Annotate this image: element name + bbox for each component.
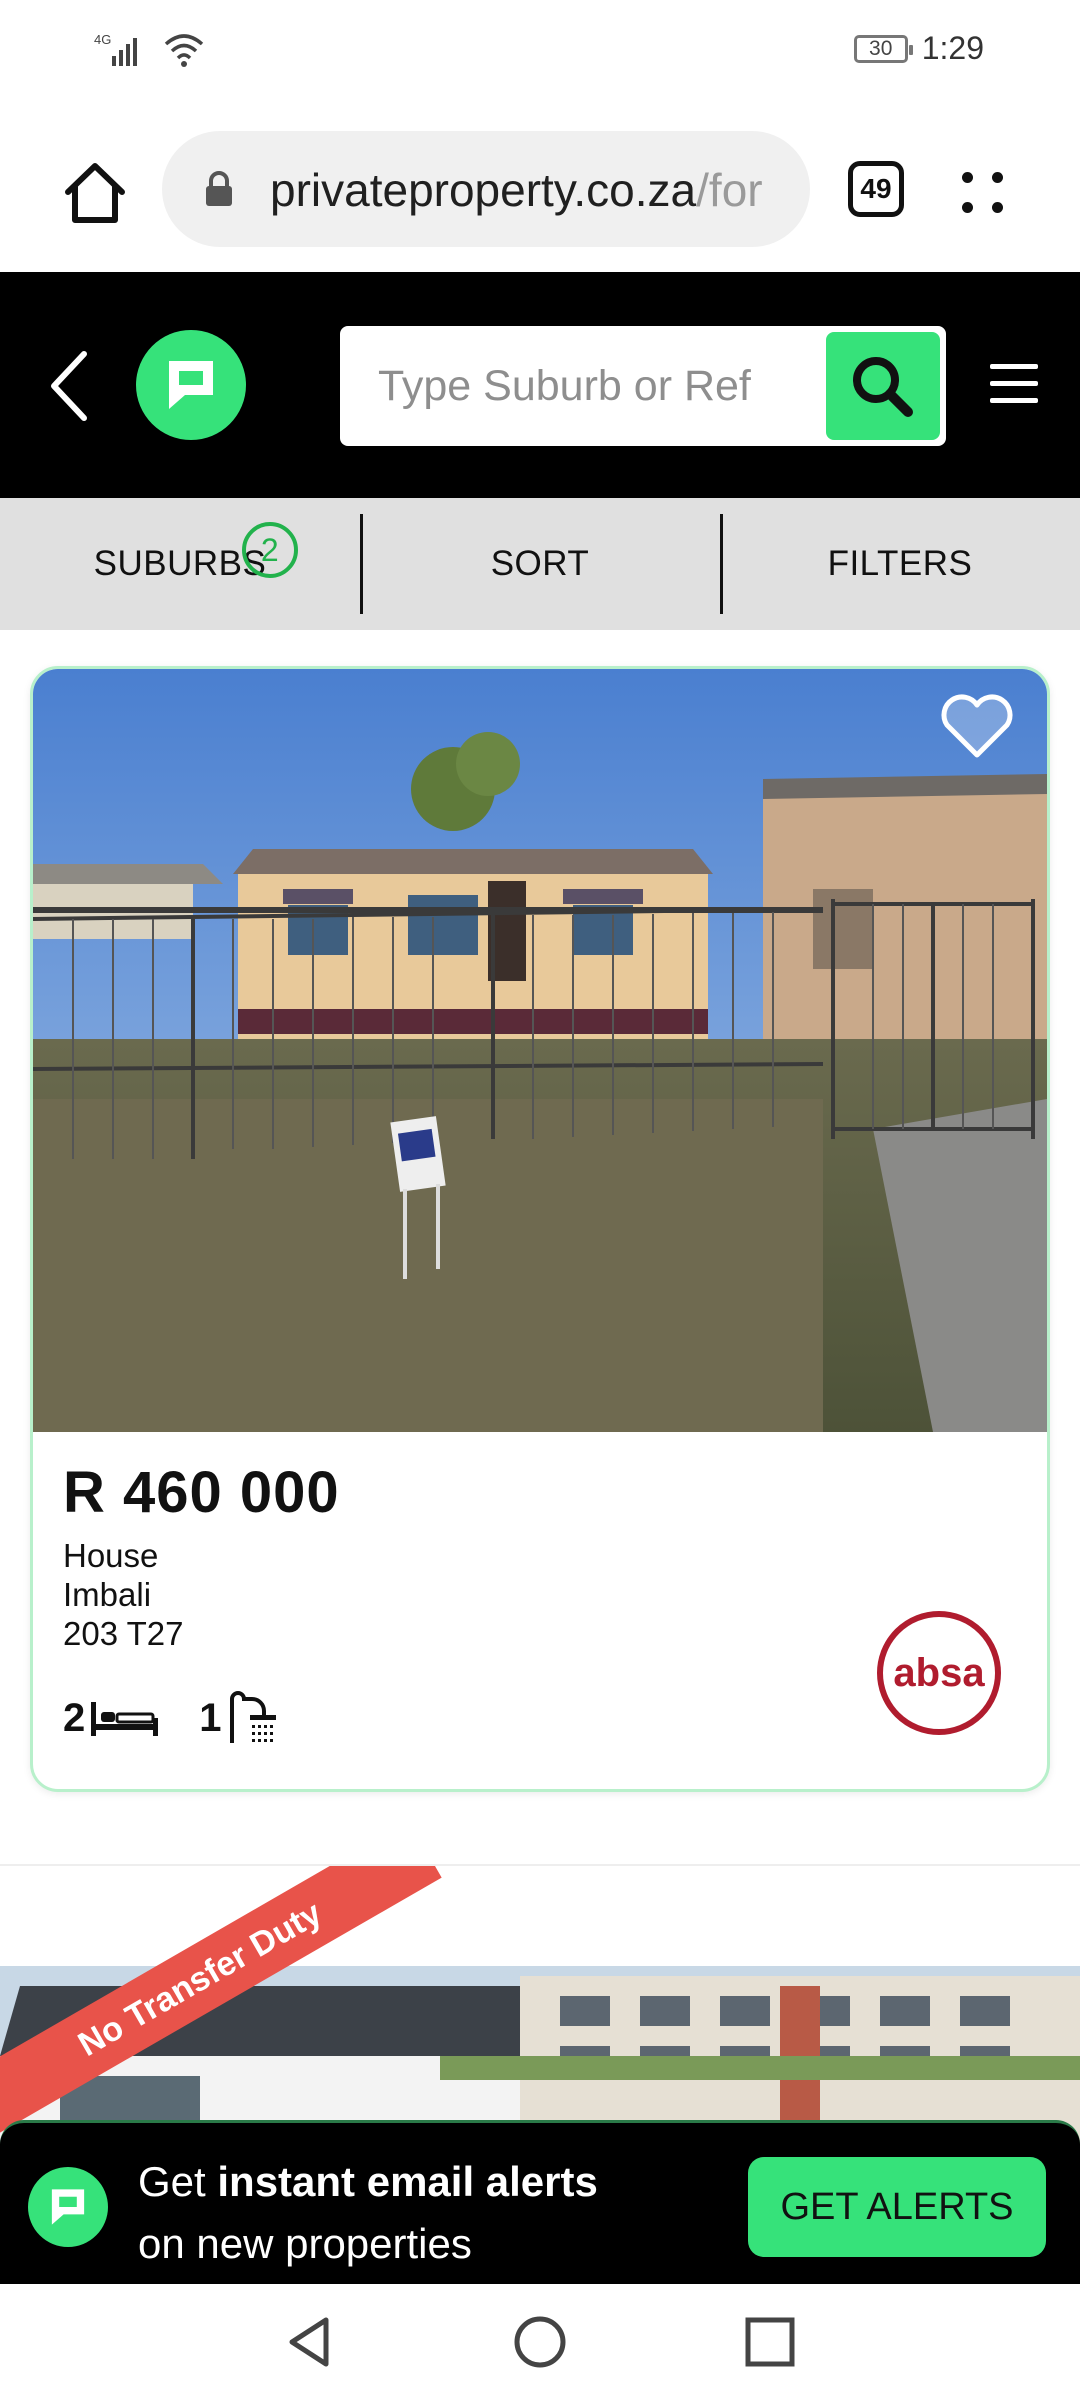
suburbs-count-badge: 2 [242,522,298,578]
bathrooms-count: 1 [199,1695,222,1740]
system-nav-bar [0,2284,1080,2400]
logo-mark-icon [51,2189,85,2225]
listing-card-partial[interactable]: No Transfer Duty [0,1864,1080,2164]
filter-bar: SUBURBS 2 SORT FILTERS [0,498,1080,630]
bed-icon [91,1702,159,1736]
lock-icon [206,171,232,206]
url-path: /for [696,164,763,216]
agency-logo-absa[interactable]: absa [877,1611,1001,1735]
nav-recents-icon[interactable] [742,2314,798,2370]
tab-switcher-button[interactable]: 49 [848,161,904,217]
listing-card[interactable]: R 460 000 House Imbali 203 T27 2 1 absa [30,666,1050,1792]
alert-bold: instant email alerts [217,2158,598,2205]
listing-details: R 460 000 House Imbali 203 T27 [63,1459,340,1653]
listing-price: R 460 000 [63,1460,340,1525]
browser-menu-icon[interactable] [952,162,1012,222]
hamburger-menu-icon[interactable] [990,364,1038,404]
address-bar[interactable]: privateproperty.co.za/for [162,131,810,247]
divider [360,514,363,614]
back-arrow-icon[interactable] [44,348,94,424]
listing-features: 2 1 [63,1691,276,1745]
battery-icon: 30 [853,34,913,63]
nav-home-icon[interactable] [512,2314,568,2370]
site-logo[interactable] [136,330,246,440]
alert-line-1: Get instant email alerts [138,2151,598,2213]
agency-logo-text: absa [893,1650,985,1695]
search-box [340,326,946,446]
home-icon[interactable] [60,158,130,228]
bedrooms-count: 2 [63,1695,86,1740]
listing-type: House [63,1537,159,1574]
url-domain: privateproperty.co.za [270,164,697,216]
page-root: 4G 30 1:29 privateproperty.co.za/for 49 … [0,0,1080,2400]
search-button[interactable] [826,332,940,440]
suburbs-filter-button[interactable]: SUBURBS 2 [0,498,360,630]
listing-photo[interactable] [33,669,1047,1432]
get-alerts-button[interactable]: GET ALERTS [748,2157,1046,2257]
listing-suburb: Imbali [63,1576,152,1613]
shower-icon [229,1691,276,1743]
alert-prefix: Get [138,2158,218,2205]
alert-line-2: on new properties [138,2220,472,2267]
battery-level: 30 [869,36,893,60]
logo-mark-icon [169,361,213,409]
divider [720,514,723,614]
alert-message: Get instant email alerts on new properti… [138,2151,598,2275]
filters-button[interactable]: FILTERS [720,498,1080,630]
status-bar: 4G 30 1:29 [0,0,1080,110]
site-header [0,272,1080,498]
clock: 1:29 [921,30,984,66]
email-alert-banner: Get instant email alerts on new properti… [0,2120,1080,2284]
wifi-icon [164,34,204,67]
status-left: 4G [94,30,204,70]
url-text: privateproperty.co.za/for [270,163,763,217]
sort-button[interactable]: SORT [360,498,720,630]
suburbs-label: SUBURBS [93,544,267,583]
search-input[interactable] [378,356,818,416]
network-type: 4G [94,32,111,47]
search-icon [853,357,913,417]
cellular-signal-icon: 4G [94,32,137,66]
house-photo-image [33,669,1047,1432]
sort-label: SORT [490,544,590,583]
bedrooms-feature: 2 [63,1696,159,1741]
listing-address: 203 T27 [63,1615,184,1652]
filters-label: FILTERS [827,544,973,583]
favorite-heart-icon[interactable] [937,691,1017,761]
status-right: 30 1:29 [853,30,984,67]
alert-logo [28,2167,108,2247]
browser-toolbar: privateproperty.co.za/for 49 [0,110,1080,272]
bathrooms-feature: 1 [199,1691,276,1745]
nav-back-icon[interactable] [282,2314,338,2370]
